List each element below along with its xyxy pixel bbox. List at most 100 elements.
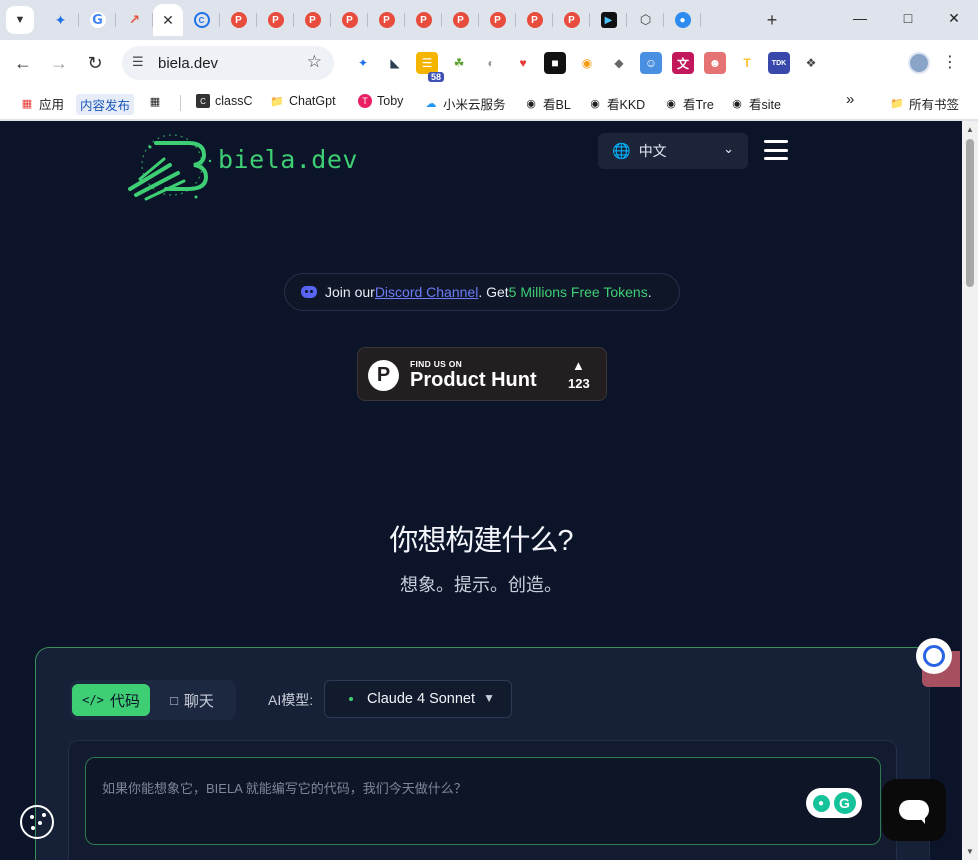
forward-button[interactable]: → (48, 52, 70, 74)
tab-strip: ▼ ✦ G ↗ ✕ C P P P P P P P P P P ▶ ⬡ ● + — □ ✕ (0, 0, 978, 40)
address-bar[interactable]: ☰ biela.dev ☆ (122, 46, 334, 80)
classc-icon: C (196, 94, 210, 108)
browser-tab[interactable]: P (294, 4, 331, 36)
mode-toggle: </> 代码 □ 聊天 (70, 680, 236, 720)
scroll-down-arrow-icon[interactable]: ▼ (966, 847, 974, 856)
bookmark-apps[interactable]: ▦ 应用 (20, 94, 64, 113)
bookmark-classc[interactable]: C classC (196, 94, 253, 108)
browser-tab[interactable]: C (183, 4, 220, 36)
discord-channel-link[interactable]: Discord Channel (375, 284, 479, 300)
chat-widget-button[interactable] (882, 779, 946, 841)
biela-logo[interactable]: biela.dev (126, 131, 366, 203)
tab-search-button[interactable]: ▼ (6, 6, 34, 34)
browser-tab[interactable]: P (442, 4, 479, 36)
blue-chat-extension-icon[interactable]: ☺ (640, 52, 662, 74)
minimize-button[interactable]: — (850, 10, 870, 26)
browser-tab[interactable]: P (516, 4, 553, 36)
close-icon[interactable]: ✕ (160, 12, 176, 28)
prompt-card: </> 代码 □ 聊天 AI模型: Claude 4 Sonnet ▼ 如果你能… (35, 647, 930, 860)
browser-tab[interactable]: P (405, 4, 442, 36)
browser-tab[interactable]: P (220, 4, 257, 36)
browser-tab[interactable]: ● (664, 4, 701, 36)
bookmark-publish[interactable]: 内容发布 (76, 94, 135, 115)
product-hunt-icon: P (452, 12, 469, 28)
hamburger-menu-icon[interactable] (764, 140, 788, 160)
floating-assistant-icon[interactable] (916, 638, 952, 674)
scroll-up-arrow-icon[interactable]: ▲ (966, 125, 974, 134)
browser-tab[interactable]: ✕ (153, 4, 183, 36)
reload-button[interactable]: ↻ (84, 52, 106, 74)
browser-tab[interactable]: P (553, 4, 590, 36)
bookmarks-bar: ▦ 应用 内容发布 ▦ C classC 📁 ChatGpt T Toby ☁ … (0, 86, 978, 120)
browser-tab[interactable]: P (257, 4, 294, 36)
puzzle-extension-icon[interactable]: ❖ (800, 52, 822, 74)
apps-grid-icon: ▦ (21, 98, 33, 110)
model-status-dot (349, 697, 353, 701)
reader-extension-icon[interactable]: ◣ (384, 52, 406, 74)
bookmark-tre[interactable]: ◉ 看Tre (664, 94, 714, 113)
url-text[interactable]: biela.dev (158, 55, 218, 72)
bookmark-chatgpt[interactable]: 📁 ChatGpt (270, 94, 335, 108)
browser-tab[interactable]: ↗ (116, 4, 153, 36)
grammarly-widget[interactable]: ● G (806, 788, 862, 818)
code-mode-button[interactable]: </> 代码 (72, 684, 150, 716)
browser-tab[interactable]: P (331, 4, 368, 36)
tdk-extension-icon[interactable]: TDK (768, 52, 790, 74)
globe-icon: ◉ (666, 98, 676, 110)
new-tab-button[interactable]: + (762, 10, 782, 30)
bookmark-grid[interactable]: ▦ (148, 94, 162, 108)
browser-tab[interactable]: ✦ (42, 4, 79, 36)
bookmark-bl[interactable]: ◉ 看BL (524, 94, 571, 113)
scroll-thumb[interactable] (966, 139, 974, 287)
menu-kebab-icon[interactable]: ⋮ (942, 52, 958, 72)
puzzle-green-extension-icon[interactable]: ☘ (448, 52, 470, 74)
product-hunt-icon: P (378, 12, 395, 28)
chat-mode-button[interactable]: □ 聊天 (156, 684, 228, 716)
browser-tab[interactable]: ⬡ (627, 4, 664, 36)
browser-tab[interactable]: P (368, 4, 405, 36)
product-hunt-icon: P (230, 12, 247, 28)
58-extension-icon[interactable]: ☰ 58 (416, 52, 444, 82)
face-extension-icon[interactable]: ☻ (704, 52, 726, 74)
free-tokens-highlight: 5 Millions Free Tokens (508, 284, 648, 300)
gray-circle-extension-icon[interactable]: ◐ (480, 52, 502, 74)
bookmark-all[interactable]: 📁 所有书签 (890, 94, 959, 113)
diamond-extension-icon[interactable]: ◆ (608, 52, 630, 74)
translate-extension-icon[interactable]: 文 (672, 52, 694, 74)
cookie-settings-icon[interactable] (20, 805, 54, 839)
bookmark-toby[interactable]: T Toby (358, 94, 403, 108)
language-select[interactable]: 🌐 中文 ⌄ (598, 133, 748, 169)
upvote-triangle-icon: ▲ (572, 358, 585, 373)
site-info-icon[interactable]: ☰ (132, 54, 144, 70)
product-hunt-icon: P (304, 12, 321, 28)
discord-icon (301, 286, 317, 298)
maximize-button[interactable]: □ (898, 10, 918, 26)
bookmark-kkd[interactable]: ◉ 看KKD (588, 94, 645, 113)
bookmark-site[interactable]: ◉ 看site (730, 94, 781, 113)
chevron-down-icon: ⌄ (723, 141, 734, 156)
grid-icon: ▦ (149, 95, 161, 108)
orange-extension-icon[interactable]: ◉ (576, 52, 598, 74)
dark-extension-icon[interactable]: ■ (544, 52, 566, 74)
page-scrollbar[interactable]: ▲ ▼ (962, 121, 978, 860)
prompt-container: 如果你能想象它，BIELA 就能编写它的代码，我们今天做什么？ ● G (68, 740, 897, 860)
back-button[interactable]: ← (12, 52, 34, 74)
bookmark-xiaomi[interactable]: ☁ 小米云服务 (424, 94, 506, 113)
upvote-count: 123 (568, 376, 590, 391)
logo-text: biela.dev (218, 145, 358, 174)
browser-tab[interactable]: P (479, 4, 516, 36)
browser-tab[interactable]: ▶ (590, 4, 627, 36)
prompt-input[interactable]: 如果你能想象它，BIELA 就能编写它的代码，我们今天做什么？ ● G (85, 757, 881, 845)
browser-tab[interactable]: G (79, 4, 116, 36)
t-extension-icon[interactable]: T (736, 52, 758, 74)
bookmark-star-icon[interactable]: ☆ (307, 52, 322, 72)
red-extension-icon[interactable]: ♥ (512, 52, 534, 74)
globe-icon: 🌐 (612, 143, 631, 160)
v-extension-icon[interactable]: ✦ (352, 52, 374, 74)
close-window-button[interactable]: ✕ (944, 10, 964, 27)
bookmarks-overflow-button[interactable]: » (846, 91, 854, 108)
tab-list: ✦ G ↗ ✕ C P P P P P P P P P P ▶ ⬡ ● (42, 4, 701, 36)
profile-avatar[interactable] (908, 52, 930, 74)
product-hunt-badge[interactable]: P FIND US ON Product Hunt ▲ 123 (357, 347, 607, 401)
model-select[interactable]: Claude 4 Sonnet ▼ (324, 680, 512, 718)
